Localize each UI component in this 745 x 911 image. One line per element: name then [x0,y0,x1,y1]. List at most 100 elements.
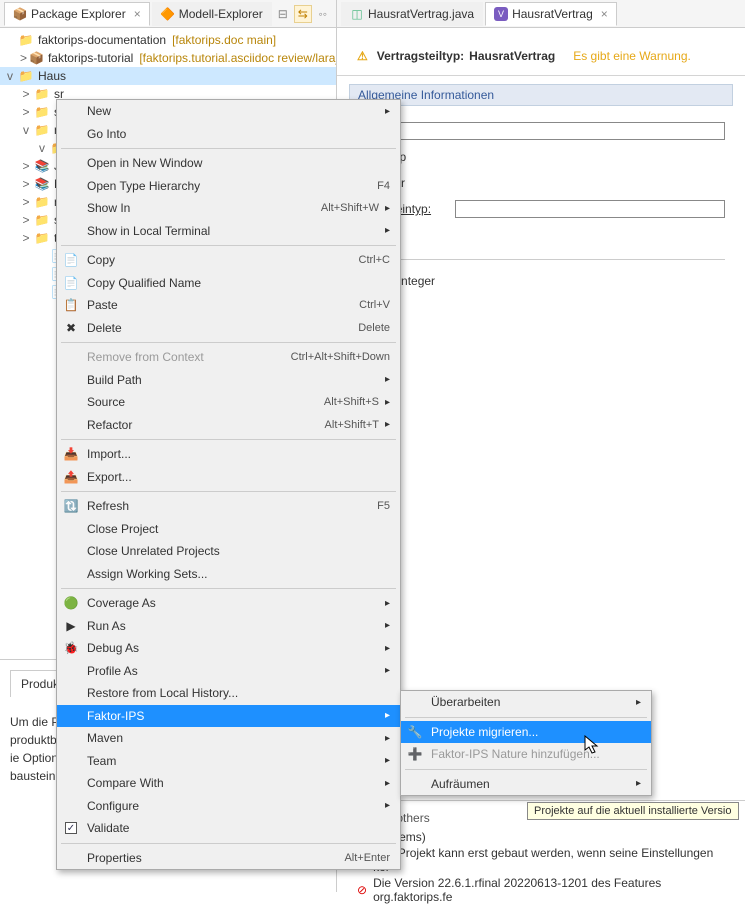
tab-package-explorer[interactable]: 📦 Package Explorer × [4,2,150,26]
chevron-right-icon: ▸ [385,374,390,385]
import-icon: 📥 [63,446,79,462]
expand-icon[interactable]: > [20,87,32,101]
tab-label: HausratVertrag.java [368,7,474,21]
menu-item-source[interactable]: SourceAlt+Shift+S▸ [57,391,400,414]
menu-label: Export... [87,470,132,484]
submenu-item-aufr-umen[interactable]: Aufräumen▸ [401,773,651,796]
menu-item-import-[interactable]: 📥Import... [57,443,400,466]
focus-icon[interactable]: ◦◦ [314,5,332,23]
chevron-right-icon: ▸ [385,733,390,744]
menu-label: Open in New Window [87,156,202,170]
menu-label: Refresh [87,499,129,513]
editor-header: ⚠ Vertragsteiltyp: HausratVertrag Es gib… [337,28,745,76]
error-icon: ⊘ [357,883,367,897]
chevron-right-icon: ▸ [385,397,390,408]
chevron-right-icon: ▸ [385,643,390,654]
expand-icon[interactable]: v [4,69,16,83]
menu-label: Source [87,395,125,409]
menu-item-build-path[interactable]: Build Path▸ [57,369,400,392]
folder-icon: 📁 [34,194,50,210]
text-input[interactable] [455,200,725,218]
text-input[interactable] [368,122,725,140]
tab-vertrag[interactable]: V HausratVertrag × [485,2,617,26]
expand-icon[interactable]: > [20,231,32,245]
collapse-icon[interactable]: ⊟ [274,5,292,23]
expand-icon[interactable]: > [20,177,32,191]
copy-icon: 📄 [63,252,79,268]
menu-item-new[interactable]: New▸ [57,100,400,123]
expand-icon[interactable]: v [36,141,48,155]
menu-item-debug-as[interactable]: 🐞 Debug As ▸ [57,637,400,660]
menu-item-validate[interactable]: ✓Validate [57,817,400,840]
expand-icon[interactable]: > [20,51,27,65]
menu-label: Debug As [87,641,139,655]
menu-label: Properties [87,851,142,865]
expand-icon[interactable]: > [20,213,32,227]
tab-label: HausratVertrag [512,7,593,21]
close-icon[interactable]: × [134,7,141,21]
menu-item-close-project[interactable]: Close Project [57,518,400,541]
section-header[interactable]: Allgemeine Informationen [349,84,733,106]
menu-item-refactor[interactable]: RefactorAlt+Shift+T▸ [57,414,400,437]
submenu-faktor-ips: Überarbeiten▸🔧Projekte migrieren...➕Fakt… [400,690,652,796]
menu-item-close-unrelated-projects[interactable]: Close Unrelated Projects [57,540,400,563]
menu-item-go-into[interactable]: Go Into [57,123,400,146]
menu-item-assign-working-sets-[interactable]: Assign Working Sets... [57,563,400,586]
menu-item-run-as[interactable]: ▶Run As▸ [57,615,400,638]
problem-row[interactable]: ⊘ Die Version 22.6.1.rfinal 20220613-120… [347,875,735,905]
checkbox-icon: ✓ [65,822,77,834]
menu-item-open-type-hierarchy[interactable]: Open Type HierarchyF4 [57,175,400,198]
lib-icon: 📚 [34,176,50,192]
expand-icon[interactable]: > [20,105,32,119]
submenu-item-projekte-migrieren-[interactable]: 🔧Projekte migrieren... [401,721,651,744]
menu-item-restore-from-local-history-[interactable]: Restore from Local History... [57,682,400,705]
menu-label: Delete [87,321,122,335]
menu-item-show-in-local-terminal[interactable]: Show in Local Terminal▸ [57,220,400,243]
menu-item-refresh[interactable]: 🔃RefreshF5 [57,495,400,518]
expand-icon[interactable]: > [20,195,32,209]
menu-label: New [87,104,111,118]
close-icon[interactable]: × [601,7,608,21]
tree-item[interactable]: 📁 faktorips-documentation [faktorips.doc… [0,31,336,49]
expand-icon[interactable]: > [20,159,32,173]
submenu-item--berarbeiten[interactable]: Überarbeiten▸ [401,691,651,714]
menu-item-coverage-as[interactable]: 🟢Coverage As▸ [57,592,400,615]
menu-label: Close Unrelated Projects [87,544,220,558]
link-editor-icon[interactable]: ⇆ [294,5,312,23]
menu-item-export-[interactable]: 📤Export... [57,466,400,489]
menu-label: Run As [87,619,126,633]
vcs-info: [faktorips.doc main] [172,33,276,47]
problem-row[interactable]: ⊘ Das Projekt kann erst gebaut werden, w… [347,845,735,875]
tab-modell-explorer[interactable]: 🔶 Modell-Explorer [152,2,272,26]
expand-icon[interactable]: v [20,123,32,137]
menu-item-copy[interactable]: 📄CopyCtrl+C [57,249,400,272]
tab-java-file[interactable]: ◫ HausratVertrag.java [341,2,483,26]
menu-label: Faktor-IPS [87,709,144,723]
menu-item-properties[interactable]: PropertiesAlt+Enter [57,847,400,870]
menu-item-open-in-new-window[interactable]: Open in New Window [57,152,400,175]
menu-item-maven[interactable]: Maven▸ [57,727,400,750]
vcs-info: [faktorips.tutorial.asciidoc review/lara… [139,51,336,65]
menu-label: Paste [87,298,118,312]
menu-item-paste[interactable]: 📋PasteCtrl+V [57,294,400,317]
tooltip: Projekte auf die aktuell installierte Ve… [527,802,739,820]
error-group[interactable]: ⌄ ⊘ (2 items) [347,829,735,845]
menu-label: Compare With [87,776,164,790]
menu-item-copy-qualified-name[interactable]: 📄Copy Qualified Name [57,272,400,295]
menu-item-show-in[interactable]: Show InAlt+Shift+W▸ [57,197,400,220]
menu-item-faktor-ips[interactable]: Faktor-IPS▸ [57,705,400,728]
menu-item-delete[interactable]: ✖DeleteDelete [57,317,400,340]
tree-label: Haus [38,69,66,83]
tree-item[interactable]: > 📦 faktorips-tutorial [faktorips.tutori… [0,49,336,67]
page-title: ⚠ Vertragsteiltyp: HausratVertrag [357,44,555,65]
chevron-right-icon: ▸ [385,778,390,789]
add-icon: ➕ [407,746,423,762]
tree-item[interactable]: v 📁 Haus [0,67,336,85]
debug-icon: 🐞 [63,640,79,656]
delete-icon: ✖ [63,320,79,336]
cov-icon: 🟢 [63,595,79,611]
menu-item-configure[interactable]: Configure▸ [57,795,400,818]
menu-item-compare-with[interactable]: Compare With ▸ [57,772,400,795]
menu-item-team[interactable]: Team▸ [57,750,400,773]
menu-item-profile-as[interactable]: Profile As▸ [57,660,400,683]
